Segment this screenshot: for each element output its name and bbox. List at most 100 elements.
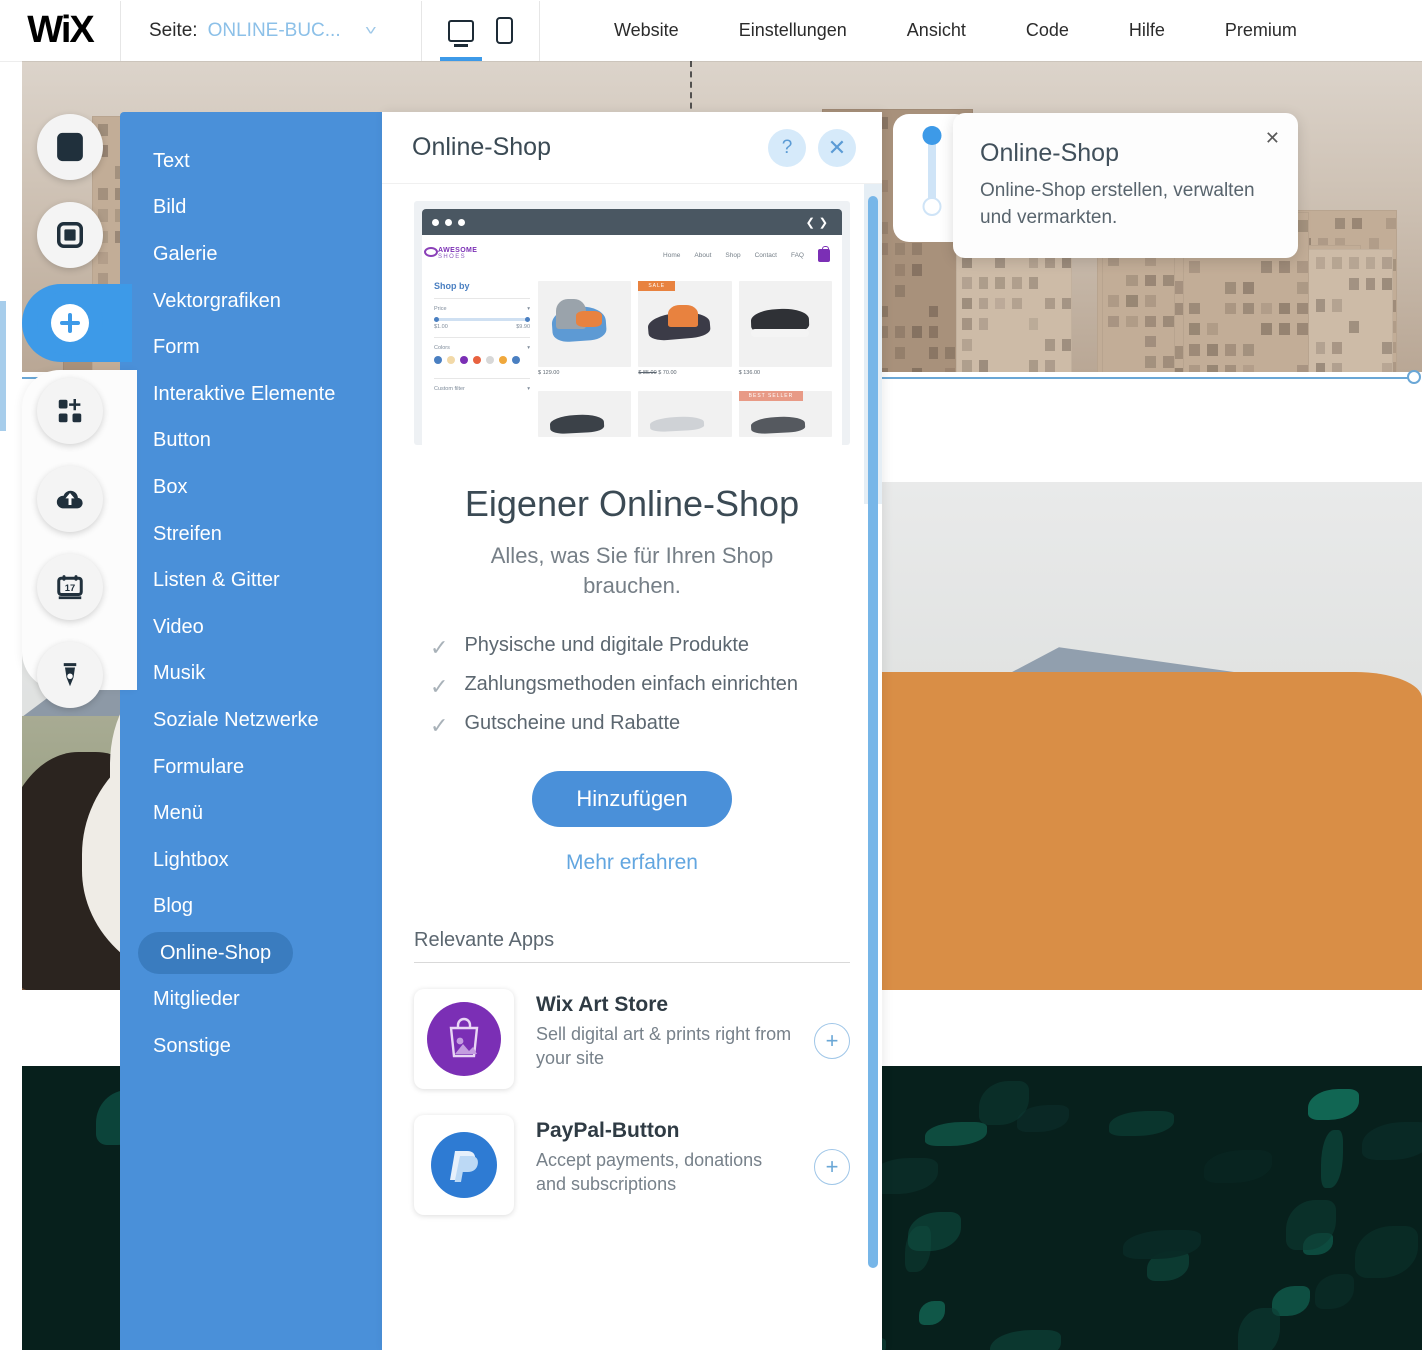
mockup-product-card bbox=[538, 281, 632, 367]
panel-scrollbar-thumb[interactable] bbox=[868, 196, 878, 1268]
category-item-galerie[interactable]: Galerie bbox=[120, 231, 382, 278]
category-item-streifen[interactable]: Streifen bbox=[120, 511, 382, 558]
mockup-price-3: $ 136.00 bbox=[738, 370, 761, 376]
panel-subheading: Alles, was Sie für Ihren Shop brauchen. bbox=[490, 543, 774, 598]
mockup-price-slider bbox=[434, 317, 530, 322]
close-panel-button[interactable]: ✕ bbox=[818, 128, 856, 167]
menu-item-code[interactable]: Code bbox=[996, 1, 1099, 61]
menu-item-ansicht[interactable]: Ansicht bbox=[877, 1, 996, 61]
close-icon[interactable]: ✕ bbox=[1265, 129, 1280, 147]
app-list-item[interactable]: Wix Art Store Sell digital art & prints … bbox=[414, 989, 850, 1090]
category-item-formulare[interactable]: Formulare bbox=[120, 744, 382, 791]
mockup-window-dots bbox=[432, 218, 465, 226]
category-item-vektorgrafiken[interactable]: Vektorgrafiken bbox=[120, 278, 382, 325]
divider bbox=[414, 962, 850, 964]
category-item-sonstige[interactable]: Sonstige bbox=[120, 1023, 382, 1070]
category-item-blog[interactable]: Blog bbox=[120, 884, 382, 931]
category-item-musik[interactable]: Musik bbox=[120, 651, 382, 698]
desktop-view-button[interactable] bbox=[448, 1, 474, 61]
device-switcher bbox=[422, 1, 539, 61]
svg-text:17: 17 bbox=[65, 583, 75, 593]
category-item-form[interactable]: Form bbox=[120, 324, 382, 371]
category-item-box[interactable]: Box bbox=[120, 464, 382, 511]
category-item-label: Box bbox=[153, 475, 188, 498]
mockup-product-card bbox=[638, 391, 732, 437]
panel-title: Online-Shop bbox=[412, 133, 551, 161]
rail-button-my-uploads[interactable] bbox=[37, 466, 103, 532]
add-app-button[interactable]: + bbox=[814, 1149, 850, 1186]
mockup-filter-colors-label: Colors bbox=[434, 345, 450, 351]
category-item-listen-gitter[interactable]: Listen & Gitter bbox=[120, 557, 382, 604]
feature-text: Gutscheine und Rabatte bbox=[464, 712, 681, 735]
mockup-browser-bar: ❮❯ bbox=[422, 209, 842, 235]
plus-circle-icon: + bbox=[825, 1154, 839, 1180]
menu-item-hilfe[interactable]: Hilfe bbox=[1099, 1, 1195, 61]
category-item-label: Menü bbox=[153, 802, 204, 825]
center-guide-line bbox=[690, 61, 692, 119]
rail-button-background[interactable] bbox=[37, 202, 103, 268]
chevron-down-icon: ˅ bbox=[364, 22, 377, 39]
panel-heading: Eigener Online-Shop bbox=[464, 483, 800, 524]
category-item-text[interactable]: Text bbox=[120, 138, 382, 185]
mobile-icon bbox=[496, 17, 513, 44]
menu-item-premium[interactable]: Premium bbox=[1195, 1, 1327, 61]
divider bbox=[539, 0, 540, 61]
page-selector[interactable]: Seite: ONLINE-BUC... ˅ bbox=[121, 1, 421, 61]
category-item-bild[interactable]: Bild bbox=[120, 185, 382, 232]
category-item-label: Soziale Netzwerke bbox=[153, 708, 319, 731]
menu-item-website[interactable]: Website bbox=[584, 1, 709, 61]
category-item-men[interactable]: Menü bbox=[120, 790, 382, 837]
rail-button-blog[interactable] bbox=[37, 642, 103, 708]
top-toolbar: WiX Seite: ONLINE-BUC... ˅ Website Einst… bbox=[0, 0, 1422, 61]
add-app-button[interactable]: + bbox=[814, 1023, 850, 1060]
apps-icon bbox=[58, 399, 82, 423]
mockup-nav-about: About bbox=[694, 252, 712, 259]
mockup-product-card: SALE bbox=[638, 281, 732, 367]
category-item-label: Galerie bbox=[153, 242, 218, 265]
app-icon-tile bbox=[414, 1115, 514, 1216]
left-icon-rail: 17 bbox=[22, 114, 137, 730]
category-item-lightbox[interactable]: Lightbox bbox=[120, 837, 382, 884]
category-item-label: Bild bbox=[153, 196, 187, 219]
mockup-price-2: $ 85.00 $ 70.00 bbox=[638, 370, 731, 376]
rail-button-add-elements[interactable] bbox=[22, 284, 137, 690]
section-resize-handle[interactable] bbox=[1407, 370, 1421, 384]
category-item-label: Vektorgrafiken bbox=[153, 289, 281, 312]
wix-editor-window: WiX Seite: ONLINE-BUC... ˅ Website Einst… bbox=[0, 0, 1422, 1350]
add-online-shop-button[interactable]: Hinzufügen bbox=[532, 771, 732, 828]
rail-button-menus-and-pages[interactable] bbox=[37, 114, 103, 180]
category-item-label: Mitglieder bbox=[153, 988, 240, 1011]
app-list-item[interactable]: PayPal-Button Accept payments, donations… bbox=[414, 1115, 850, 1216]
category-item-label: Streifen bbox=[153, 522, 222, 545]
infinity-logo-icon bbox=[424, 247, 438, 257]
category-item-video[interactable]: Video bbox=[120, 604, 382, 651]
category-item-online-shop[interactable]: Online-Shop bbox=[120, 930, 382, 977]
category-item-label: Button bbox=[153, 429, 211, 452]
category-item-button[interactable]: Button bbox=[120, 418, 382, 465]
category-item-label: Formulare bbox=[153, 755, 245, 778]
rail-button-app-market[interactable] bbox=[37, 378, 103, 444]
paypal-icon bbox=[431, 1132, 497, 1199]
menu-item-einstellungen[interactable]: Einstellungen bbox=[709, 1, 877, 61]
wix-logo[interactable]: WiX bbox=[0, 9, 120, 52]
help-button[interactable]: ? bbox=[768, 128, 806, 167]
category-item-interaktive-elemente[interactable]: Interaktive Elemente bbox=[120, 371, 382, 418]
category-item-mitglieder[interactable]: Mitglieder bbox=[120, 977, 382, 1024]
rail-button-bookings[interactable]: 17 bbox=[37, 554, 103, 620]
shopping-cart-icon bbox=[818, 246, 830, 262]
mobile-view-button[interactable] bbox=[496, 1, 513, 61]
category-item-soziale-netzwerke[interactable]: Soziale Netzwerke bbox=[120, 697, 382, 744]
app-description: Sell digital art & prints right from you… bbox=[536, 1024, 792, 1069]
category-item-label: Lightbox bbox=[153, 848, 229, 871]
add-elements-category-list: Text Bild Galerie Vektorgrafiken Form Interak… bbox=[120, 112, 382, 1350]
question-mark-icon: ? bbox=[781, 136, 793, 158]
mockup-product-card: BEST SELLER bbox=[738, 391, 832, 437]
mockup-filters: Shop by Price ▾ $1.00 $9.90 Colors ▾ Cus… bbox=[434, 281, 530, 392]
category-item-label: Online-Shop bbox=[138, 932, 294, 975]
category-item-label: Interaktive Elemente bbox=[153, 382, 336, 405]
mockup-product-grid: $ 129.00 SALE $ 85.00 $ 70.00 $ 136.00 B… bbox=[538, 281, 832, 445]
mockup-brand: AWESOME SHOES bbox=[424, 247, 477, 260]
mockup-price-new: $ 70.00 bbox=[658, 370, 677, 376]
learn-more-link[interactable]: Mehr erfahren bbox=[382, 851, 882, 875]
best-seller-badge: BEST SELLER bbox=[738, 391, 804, 401]
